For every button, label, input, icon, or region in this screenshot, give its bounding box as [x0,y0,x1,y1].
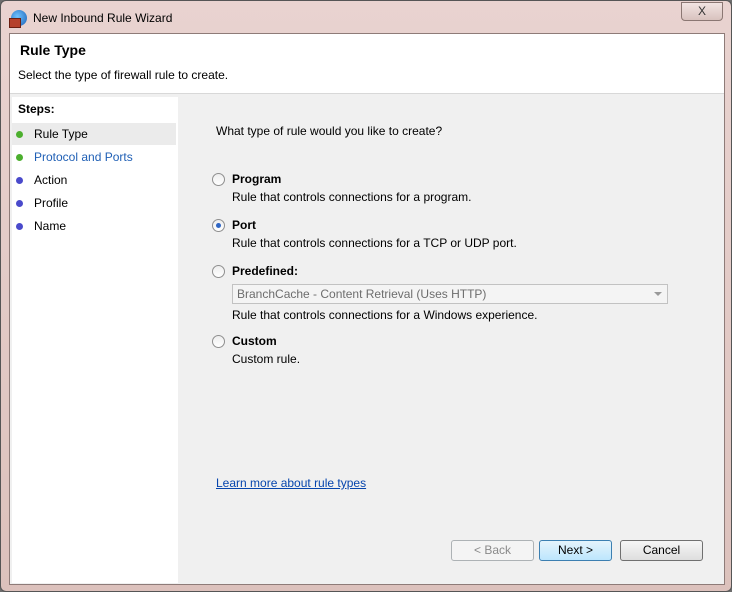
step-dot-icon [16,154,23,161]
port-radio[interactable] [212,219,225,232]
next-button[interactable]: Next > [539,540,612,561]
option-title: Port [232,218,256,232]
step-label: Action [34,173,68,187]
firewall-icon [9,10,27,28]
option-desc: Custom rule. [232,352,301,366]
learn-more-link[interactable]: Learn more about rule types [216,476,366,490]
step-dot-icon [16,200,23,207]
chevron-down-icon [654,292,662,296]
step-protocol-and-ports[interactable]: Protocol and Ports [12,146,176,168]
step-name: Name [12,215,176,237]
title-bar: New Inbound Rule Wizard [9,8,173,28]
close-button[interactable]: X [681,2,723,21]
predefined-select[interactable]: BranchCache - Content Retrieval (Uses HT… [232,284,668,304]
step-profile: Profile [12,192,176,214]
predefined-value: BranchCache - Content Retrieval (Uses HT… [237,287,487,301]
wizard-header: Rule Type Select the type of firewall ru… [10,34,724,94]
predefined-radio[interactable] [212,265,225,278]
program-radio[interactable] [212,173,225,186]
step-dot-icon [16,131,23,138]
main-panel: What type of rule would you like to crea… [180,97,724,583]
client-area: Rule Type Select the type of firewall ru… [9,33,725,585]
option-desc: Rule that controls connections for a TCP… [232,236,517,250]
steps-label: Steps: [18,102,55,116]
step-label: Rule Type [34,127,88,141]
wizard-window: New Inbound Rule Wizard X Rule Type Sele… [0,0,732,592]
step-action: Action [12,169,176,191]
window-title: New Inbound Rule Wizard [33,11,173,25]
option-title: Program [232,172,282,186]
step-label: Name [34,219,67,233]
question-text: What type of rule would you like to crea… [216,124,443,138]
step-dot-icon [16,223,23,230]
step-rule-type: Rule Type [12,123,176,145]
option-desc: Rule that controls connections for a pro… [232,190,472,204]
steps-panel: Steps: Rule Type Protocol and Ports Acti… [12,97,178,583]
option-desc: Rule that controls connections for a Win… [232,308,538,322]
custom-radio[interactable] [212,335,225,348]
page-subtitle: Select the type of firewall rule to crea… [18,68,229,82]
step-dot-icon [16,177,23,184]
option-title: Custom [232,334,277,348]
step-label[interactable]: Protocol and Ports [34,150,133,164]
back-button[interactable]: < Back [451,540,534,561]
step-label: Profile [34,196,69,210]
option-title: Predefined: [232,264,299,278]
page-title: Rule Type [20,42,86,58]
cancel-button[interactable]: Cancel [620,540,703,561]
